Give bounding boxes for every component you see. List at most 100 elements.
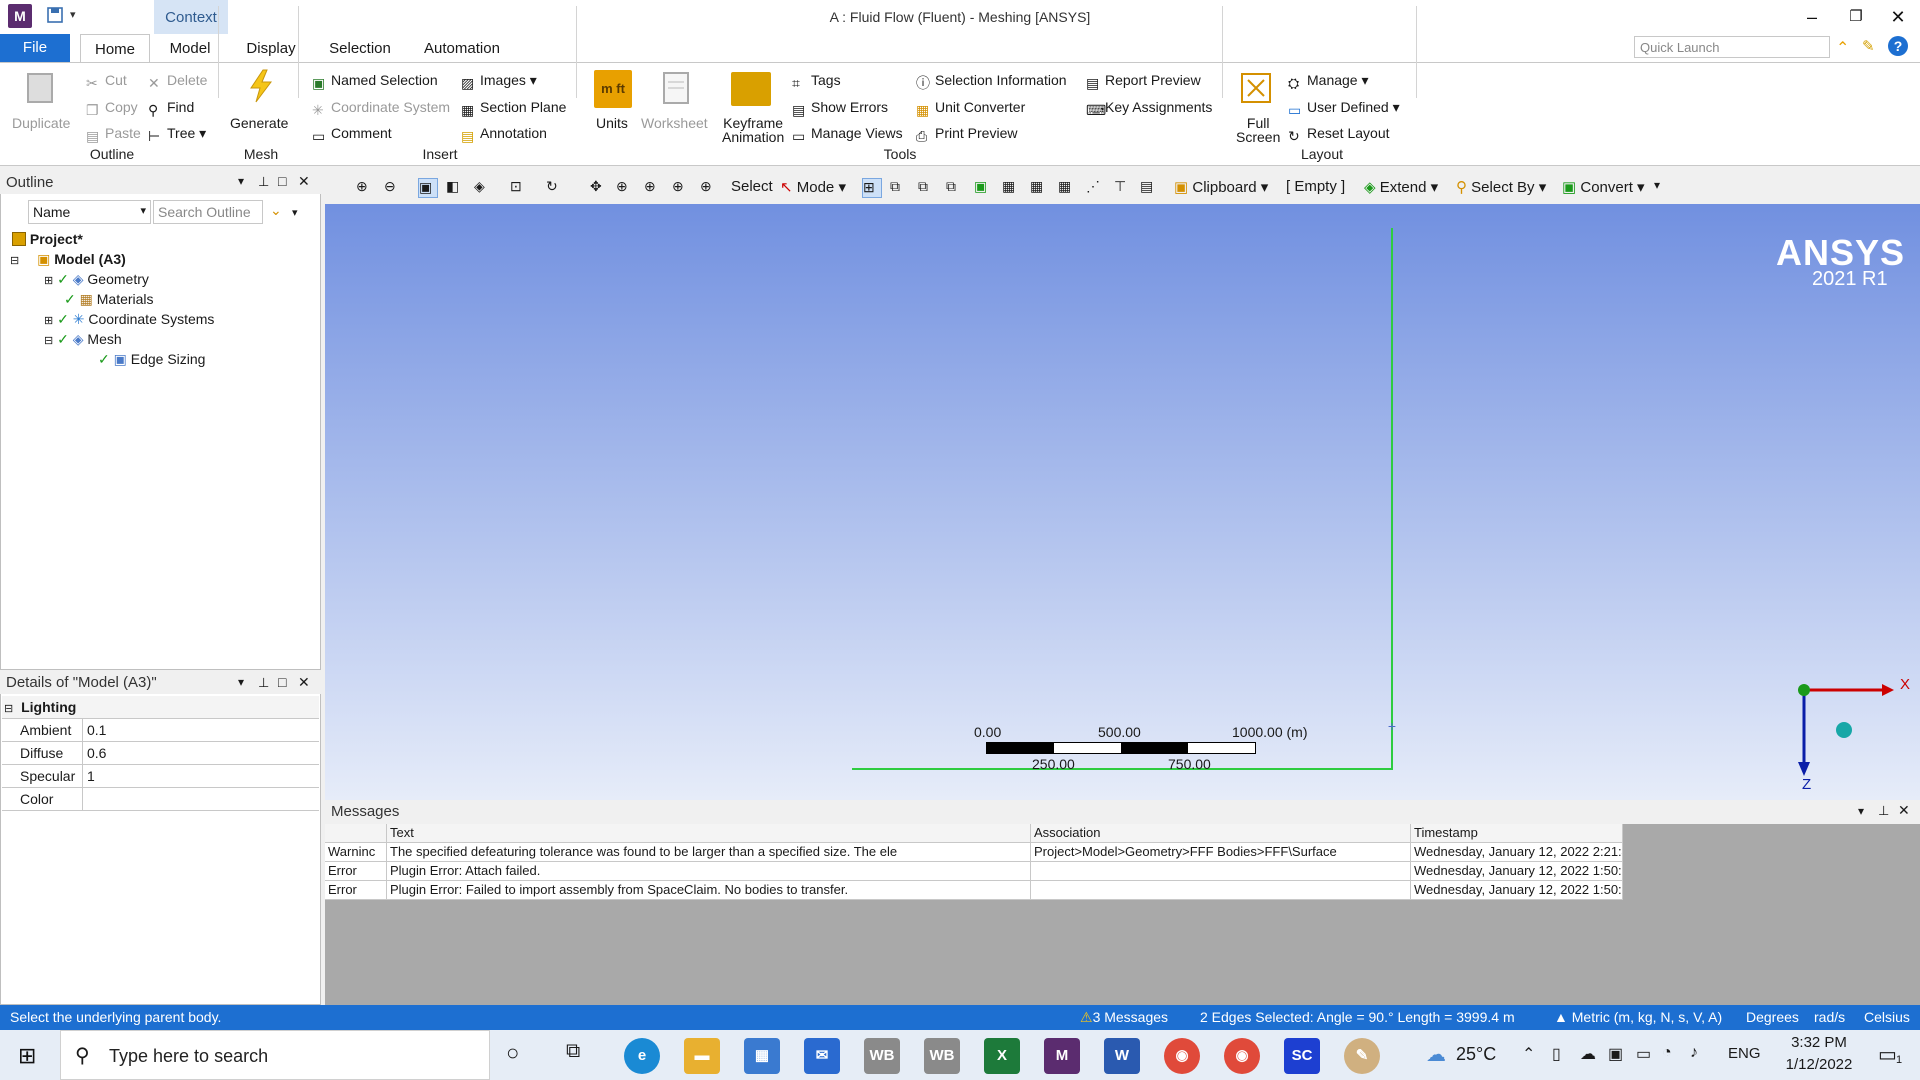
select-box-icon[interactable]: ⊡ [510,178,530,198]
tab-display[interactable]: Display [236,34,306,62]
battery-icon[interactable]: ▭ [1636,1044,1651,1064]
manage-views-button[interactable]: ▭ Manage Views [792,125,903,144]
word-icon[interactable]: W [1104,1038,1140,1074]
mail-icon[interactable]: ✉ [804,1038,840,1074]
row-value[interactable]: 1 [82,765,95,787]
select-edge-icon[interactable]: ⧉ [890,178,910,198]
tree-item-geometry[interactable]: ⊞ ✓ ◈ Geometry [44,269,149,289]
annotation-button[interactable]: ▤ Annotation [461,125,547,144]
chrome-profile-icon[interactable]: ◉ [1224,1038,1260,1074]
quick-launch-input[interactable]: Quick Launch [1634,36,1830,58]
row-value[interactable]: 0.6 [82,742,106,764]
graphics-viewport[interactable] [325,204,1920,800]
horizontal-edge[interactable] [852,768,1392,770]
details-row-diffuse[interactable]: Diffuse 0.6 [2,742,319,765]
mode-button[interactable]: ↖ Mode ▾ [780,178,846,196]
extend-button[interactable]: ◈ Extend ▾ [1364,178,1438,196]
label-icon[interactable]: ⊤ [1114,178,1134,198]
pin-panel-icon[interactable]: ⊥ [1878,803,1889,819]
cortana-icon[interactable]: ○ [506,1040,519,1066]
tree-button[interactable]: ⊢ Tree ▾ [148,125,206,144]
tab-model[interactable]: Model [158,34,222,62]
workbench-icon[interactable]: WB [924,1038,960,1074]
rotate-icon[interactable]: ↻ [546,178,566,198]
message-row[interactable]: Error Plugin Error: Failed to import ass… [325,881,1623,900]
select-elements-icon[interactable]: ▦ [1058,178,1078,198]
user-defined-button[interactable]: ▭ User Defined ▾ [1288,99,1400,118]
panel-dropdown-icon[interactable]: ▾ [1858,804,1864,818]
key-assignments-button[interactable]: ⌨Key Assignments [1086,99,1212,118]
excel-icon[interactable]: X [984,1038,1020,1074]
filter-dropdown-icon[interactable]: ▾ [292,206,298,219]
status-celsius[interactable]: Celsius [1864,1009,1910,1025]
restore-icon[interactable]: ❐ [1836,4,1876,30]
close-panel-icon[interactable]: ✕ [1898,802,1910,819]
app-icon[interactable]: M [8,4,32,28]
section-plane-button[interactable]: ▦ Section Plane [461,99,566,118]
generate-button[interactable]: Generate [230,115,288,131]
weather-icon[interactable]: ☁ [1426,1042,1446,1067]
paste-button[interactable]: ▤ Paste [86,125,141,144]
save-icon[interactable] [46,6,64,29]
zoom-box-icon[interactable]: ⊕ [616,178,636,198]
row-value[interactable] [82,788,318,810]
full-screen-button[interactable]: Full Screen [1236,115,1280,145]
context-tab[interactable]: Context [154,0,228,34]
column-association[interactable]: Association [1031,824,1411,843]
close-panel-icon[interactable]: ✕ [298,674,310,691]
details-row-ambient[interactable]: Ambient 0.1 [2,719,319,742]
language-indicator[interactable]: ENG [1728,1045,1761,1062]
cut-button[interactable]: ✂ Cut [86,72,127,91]
taskbar-search[interactable]: ⚲ Type here to search [60,1030,490,1080]
tree-item-mesh[interactable]: ⊟ ✓ ◈ Mesh [44,329,122,349]
row-value[interactable]: 0.1 [82,719,106,741]
details-row-color[interactable]: Color [2,788,319,811]
close-icon[interactable]: ✕ [1878,4,1918,30]
find-button[interactable]: ⚲ Find [148,99,194,118]
tray-app-icon[interactable]: ▣ [1608,1044,1623,1064]
manage-button[interactable]: ⛭ Manage ▾ [1288,72,1369,91]
meshing-icon[interactable]: M [1044,1038,1080,1074]
select-body-icon[interactable]: ⧉ [946,178,966,198]
close-panel-icon[interactable]: ✕ [298,173,310,190]
zoom-fit-icon[interactable]: ⊕ [672,178,692,198]
tab-home[interactable]: Home [80,34,150,62]
show-errors-button[interactable]: ▤ Show Errors [792,99,888,118]
tab-automation[interactable]: Automation [414,34,510,62]
select-button[interactable]: Select [731,178,773,195]
notification-icon[interactable]: ▭ [1878,1042,1897,1067]
file-explorer-icon[interactable]: ▬ [684,1038,720,1074]
column-timestamp[interactable]: Timestamp [1411,824,1623,843]
units-button[interactable]: Units [596,115,628,131]
quick-access-dropdown-icon[interactable]: ▾ [70,8,76,21]
adjacent-select-icon[interactable]: ⋰ [1086,178,1106,198]
tree-item-model[interactable]: ⊟ ▣ Model (A3) [10,249,126,269]
tree-item-materials[interactable]: ✓ ▦ Materials [58,289,154,309]
tray-overflow-icon[interactable]: ⌃ [1522,1044,1535,1064]
selection-information-button[interactable]: ⓘ Selection Information [916,72,1067,91]
maximize-panel-icon[interactable]: □ [278,674,286,690]
select-element-icon[interactable]: ▦ [1002,178,1022,198]
tray-device-icon[interactable]: ▯ [1552,1044,1561,1064]
select-by-button[interactable]: ⚲ Select By ▾ [1456,178,1546,196]
filter-icon[interactable]: ⌄ [270,202,282,219]
windows-start-icon[interactable]: ⊞ [18,1043,36,1069]
display-style-icon[interactable]: ◈ [474,178,494,198]
volume-icon[interactable]: ♪ [1690,1044,1698,1062]
panel-dropdown-icon[interactable]: ▾ [238,174,244,188]
zoom-region-icon[interactable]: ⊕ [644,178,664,198]
tab-selection[interactable]: Selection [320,34,400,62]
copy-button[interactable]: ❐ Copy [86,99,138,118]
clear-selection-icon[interactable]: ▤ [1140,178,1160,198]
spaceclaim-icon[interactable]: SC [1284,1038,1320,1074]
keyframe-animation-button[interactable]: Keyframe Animation [722,115,784,145]
tree-item-edge-sizing[interactable]: ✓ ▣ Edge Sizing [98,349,205,369]
feedback-icon[interactable]: ✎ [1862,37,1875,55]
search-outline-input[interactable]: Search Outline [153,200,263,224]
toolbar-overflow-icon[interactable]: ▾ [1654,178,1660,192]
images-button[interactable]: ▨ Images ▾ [461,72,537,91]
message-row[interactable]: Warninc The specified defeaturing tolera… [325,843,1623,862]
chrome-icon[interactable]: ◉ [1164,1038,1200,1074]
print-preview-button[interactable]: ⎙ Print Preview [916,125,1017,144]
details-row-specular[interactable]: Specular 1 [2,765,319,788]
